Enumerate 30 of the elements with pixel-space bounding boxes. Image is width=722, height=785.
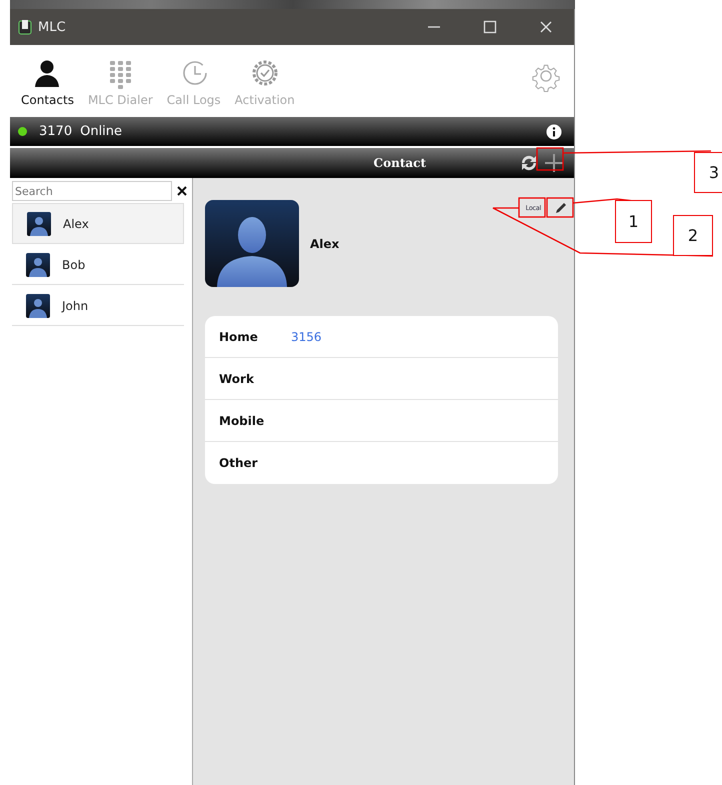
nav-tab[interactable]: Contacts xyxy=(14,59,81,107)
contact-item[interactable]: Alex xyxy=(12,203,184,244)
contact-name: Alex xyxy=(310,236,340,250)
field-label: Work xyxy=(219,372,255,386)
contact-item[interactable]: John xyxy=(12,286,184,326)
avatar-icon xyxy=(26,294,50,318)
extension-number: 3170 xyxy=(39,124,72,139)
window-title: MLC xyxy=(38,20,66,34)
clear-icon xyxy=(177,186,187,196)
status-text: Online xyxy=(80,124,122,139)
search-field[interactable]: Search xyxy=(12,181,172,201)
header-title: Contact xyxy=(374,156,426,170)
avatar-icon xyxy=(27,212,51,236)
add-icon[interactable] xyxy=(544,153,564,173)
field-label: Other xyxy=(219,456,259,470)
field-value[interactable]: 3156 xyxy=(291,330,322,344)
maximize-icon xyxy=(483,20,497,34)
field-label: Home xyxy=(219,330,259,344)
contact-photo-icon xyxy=(205,200,299,287)
field-label: Mobile xyxy=(219,414,266,428)
pencil-icon[interactable] xyxy=(554,201,568,215)
person-icon xyxy=(33,59,62,89)
callout-number: 2 xyxy=(673,215,713,256)
callout-number: 1 xyxy=(615,200,652,243)
contact-item[interactable]: Bob xyxy=(12,245,184,285)
avatar-icon xyxy=(26,252,50,276)
callout-number: 3 xyxy=(694,152,722,193)
close-icon xyxy=(539,20,553,34)
info-icon[interactable] xyxy=(546,124,562,140)
app-icon xyxy=(18,19,32,35)
